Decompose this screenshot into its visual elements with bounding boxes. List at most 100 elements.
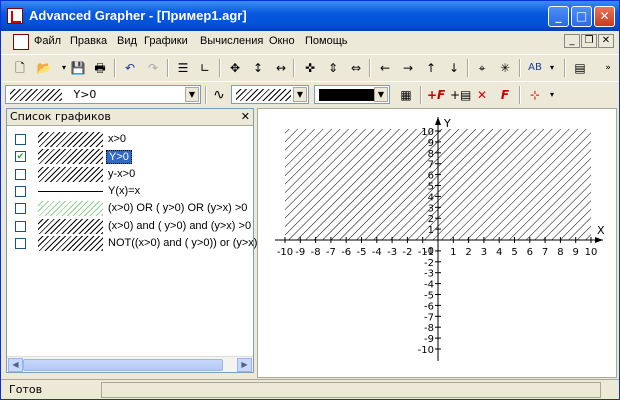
graph-list-item[interactable]: y-x>0 [7, 166, 253, 183]
fill-style-select[interactable]: ▼ [231, 85, 309, 104]
scroll-left-arrow-icon[interactable]: ◀ [8, 358, 23, 372]
properties-icon[interactable]: ▤ [571, 59, 589, 77]
x-tick-label: 9 [573, 247, 579, 258]
x-tick-label: 5 [511, 247, 517, 258]
scroll-right-arrow-icon[interactable]: ▶ [237, 358, 252, 372]
maximize-button[interactable]: □ [571, 6, 592, 27]
graph-select[interactable]: Y>0 ▼ [5, 85, 201, 104]
graph-select-value: Y>0 [73, 88, 97, 101]
trace-dropdown-icon[interactable]: ▾ [543, 86, 561, 104]
y-tick-label: 9 [428, 138, 434, 149]
x-tick-label: -2 [402, 247, 412, 258]
undo-icon[interactable]: ↶ [121, 59, 139, 77]
chevron-down-icon[interactable]: ▼ [374, 87, 388, 102]
graph-checkbox[interactable]: ✔ [15, 151, 26, 163]
add-graph-icon[interactable]: +F [427, 86, 445, 104]
redo-icon: ↷ [147, 61, 159, 75]
graph-label: y-x>0 [108, 167, 136, 180]
stretch-vertical-icon[interactable]: ↕ [249, 59, 267, 77]
document-icon[interactable] [13, 34, 29, 50]
y-tick-label: -2 [424, 258, 434, 269]
x-tick-label: -8 [311, 247, 321, 258]
minimize-button[interactable]: _ [548, 6, 569, 27]
plot-canvas[interactable]: XY-10 -9 -8 -7 -6 -5 -4 -3 -2 -1 1 2 3 4 5 6 7 8 9 10-10-9-… [258, 109, 616, 377]
app-icon[interactable] [7, 8, 23, 24]
graph-list-icon[interactable]: ☰ [174, 59, 192, 77]
zoom-in-icon[interactable]: ✜ [301, 59, 319, 77]
graph-list-item[interactable]: (x>0) OR ( y>0) OR (y>x) >0 [7, 200, 253, 217]
y-axis-label: Y [443, 117, 451, 130]
x-tick-label: 8 [557, 247, 563, 258]
y-tick-label: 10 [421, 127, 434, 138]
origin-label: 0 [428, 246, 434, 257]
chevron-down-icon[interactable]: ▼ [293, 87, 307, 102]
graph-properties-icon[interactable]: ▦ [397, 86, 415, 104]
menu-help[interactable]: Помощь [305, 35, 348, 47]
line-style-icon[interactable]: ∿ [210, 86, 228, 104]
shrink-vertical-icon[interactable]: ⇕ [324, 59, 342, 77]
mdi-minimize-button[interactable]: _ [564, 34, 580, 48]
scroll-right-icon[interactable]: → [399, 59, 417, 77]
new-icon[interactable]: 🗋 [11, 59, 29, 77]
x-tick-label: -6 [341, 247, 351, 258]
close-button[interactable]: ✕ [594, 6, 615, 27]
graph-list-panel: Список графиков ✕ x>0 ✔ Y>0 y-x>0 Y(x)=x (x>0… [6, 108, 257, 373]
graph-list-item[interactable]: NOT((x>0) and ( y>0)) or (y>x) [7, 235, 257, 252]
graph-list-item[interactable]: ✔ Y>0 [7, 148, 253, 165]
mdi-restore-button[interactable]: ❐ [581, 34, 597, 48]
label-icon[interactable]: AB [526, 59, 544, 77]
save-icon[interactable]: 💾 [69, 59, 87, 77]
graph-list-item[interactable]: x>0 [7, 131, 253, 148]
y-tick-label: -7 [424, 312, 434, 323]
graph-checkbox[interactable] [15, 220, 26, 232]
toolbar-overflow-icon[interactable]: » [599, 59, 617, 77]
x-tick-label: -5 [357, 247, 367, 258]
graph-checkbox[interactable] [15, 134, 26, 145]
x-tick-label: -7 [326, 247, 336, 258]
edit-graph-icon[interactable]: F [496, 86, 514, 104]
menu-window[interactable]: Окно [269, 35, 295, 47]
graph-checkbox[interactable] [15, 168, 26, 180]
y-tick-label: -9 [424, 334, 434, 345]
scroll-thumb[interactable] [23, 359, 223, 371]
graph-list-item[interactable]: Y(x)=x [7, 183, 253, 200]
menu-calculations[interactable]: Вычисления [200, 35, 263, 47]
mdi-close-button[interactable]: ✕ [598, 34, 614, 48]
menu-edit[interactable]: Правка [70, 35, 107, 47]
label-dropdown-icon[interactable]: ▾ [543, 59, 561, 77]
graph-area[interactable]: X Y -10 -9 -8 -7 -6 -5 -4 -3 -2 -1 1 2 3 4 5 6 7 8 9 10 -10 -9-… [257, 108, 617, 378]
title-bar[interactable]: Advanced Grapher - [Пример1.agr] _ □ ✕ [1, 1, 619, 31]
graph-toolbar: Y>0 ▼ ∿ ▼ ▼ ▦ +F +▤ ✕ F ⊹ ▾ [1, 81, 619, 107]
stretch-horizontal-icon[interactable]: ↔ [272, 59, 290, 77]
menu-view[interactable]: Вид [117, 35, 137, 47]
graph-checkbox[interactable] [15, 185, 26, 197]
menu-graphs[interactable]: Графики [144, 35, 188, 47]
center-icon[interactable]: ⌖ [473, 59, 491, 77]
x-axis-label: X [597, 224, 605, 237]
graph-list-item[interactable]: (x>0) and ( y>0) and (y>x) >0 [7, 218, 253, 235]
menu-file[interactable]: Файл [34, 35, 61, 47]
graph-label: x>0 [108, 133, 127, 145]
print-icon[interactable]: 🖶 [91, 59, 109, 77]
shrink-horizontal-icon[interactable]: ⇔ [347, 59, 365, 77]
open-icon[interactable]: 📂 [35, 59, 53, 77]
graph-label: NOT((x>0) and ( y>0)) or (y>x) [108, 236, 258, 249]
trace-icon[interactable]: ⊹ [526, 86, 544, 104]
horizontal-scrollbar[interactable]: ◀ ▶ [7, 356, 253, 372]
fit-icon[interactable]: ✳ [496, 59, 514, 77]
graph-style-swatch [10, 89, 62, 101]
color-select[interactable]: ▼ [314, 85, 390, 104]
scroll-left-icon[interactable]: ← [376, 59, 394, 77]
scroll-up-icon[interactable]: ↑ [422, 59, 440, 77]
graph-checkbox[interactable] [15, 203, 26, 215]
delete-graph-icon[interactable]: ✕ [473, 86, 491, 104]
chevron-down-icon[interactable]: ▼ [185, 87, 199, 102]
add-table-icon[interactable]: +▤ [450, 86, 471, 104]
axes-icon[interactable]: ∟ [196, 59, 214, 77]
graph-checkbox[interactable] [15, 237, 26, 249]
panel-title: Список графиков ✕ [7, 109, 253, 126]
scroll-down-icon[interactable]: ↓ [445, 59, 463, 77]
y-tick-label: -4 [424, 280, 434, 291]
panel-close-icon[interactable]: ✕ [241, 109, 250, 125]
move-icon[interactable]: ✥ [226, 59, 244, 77]
